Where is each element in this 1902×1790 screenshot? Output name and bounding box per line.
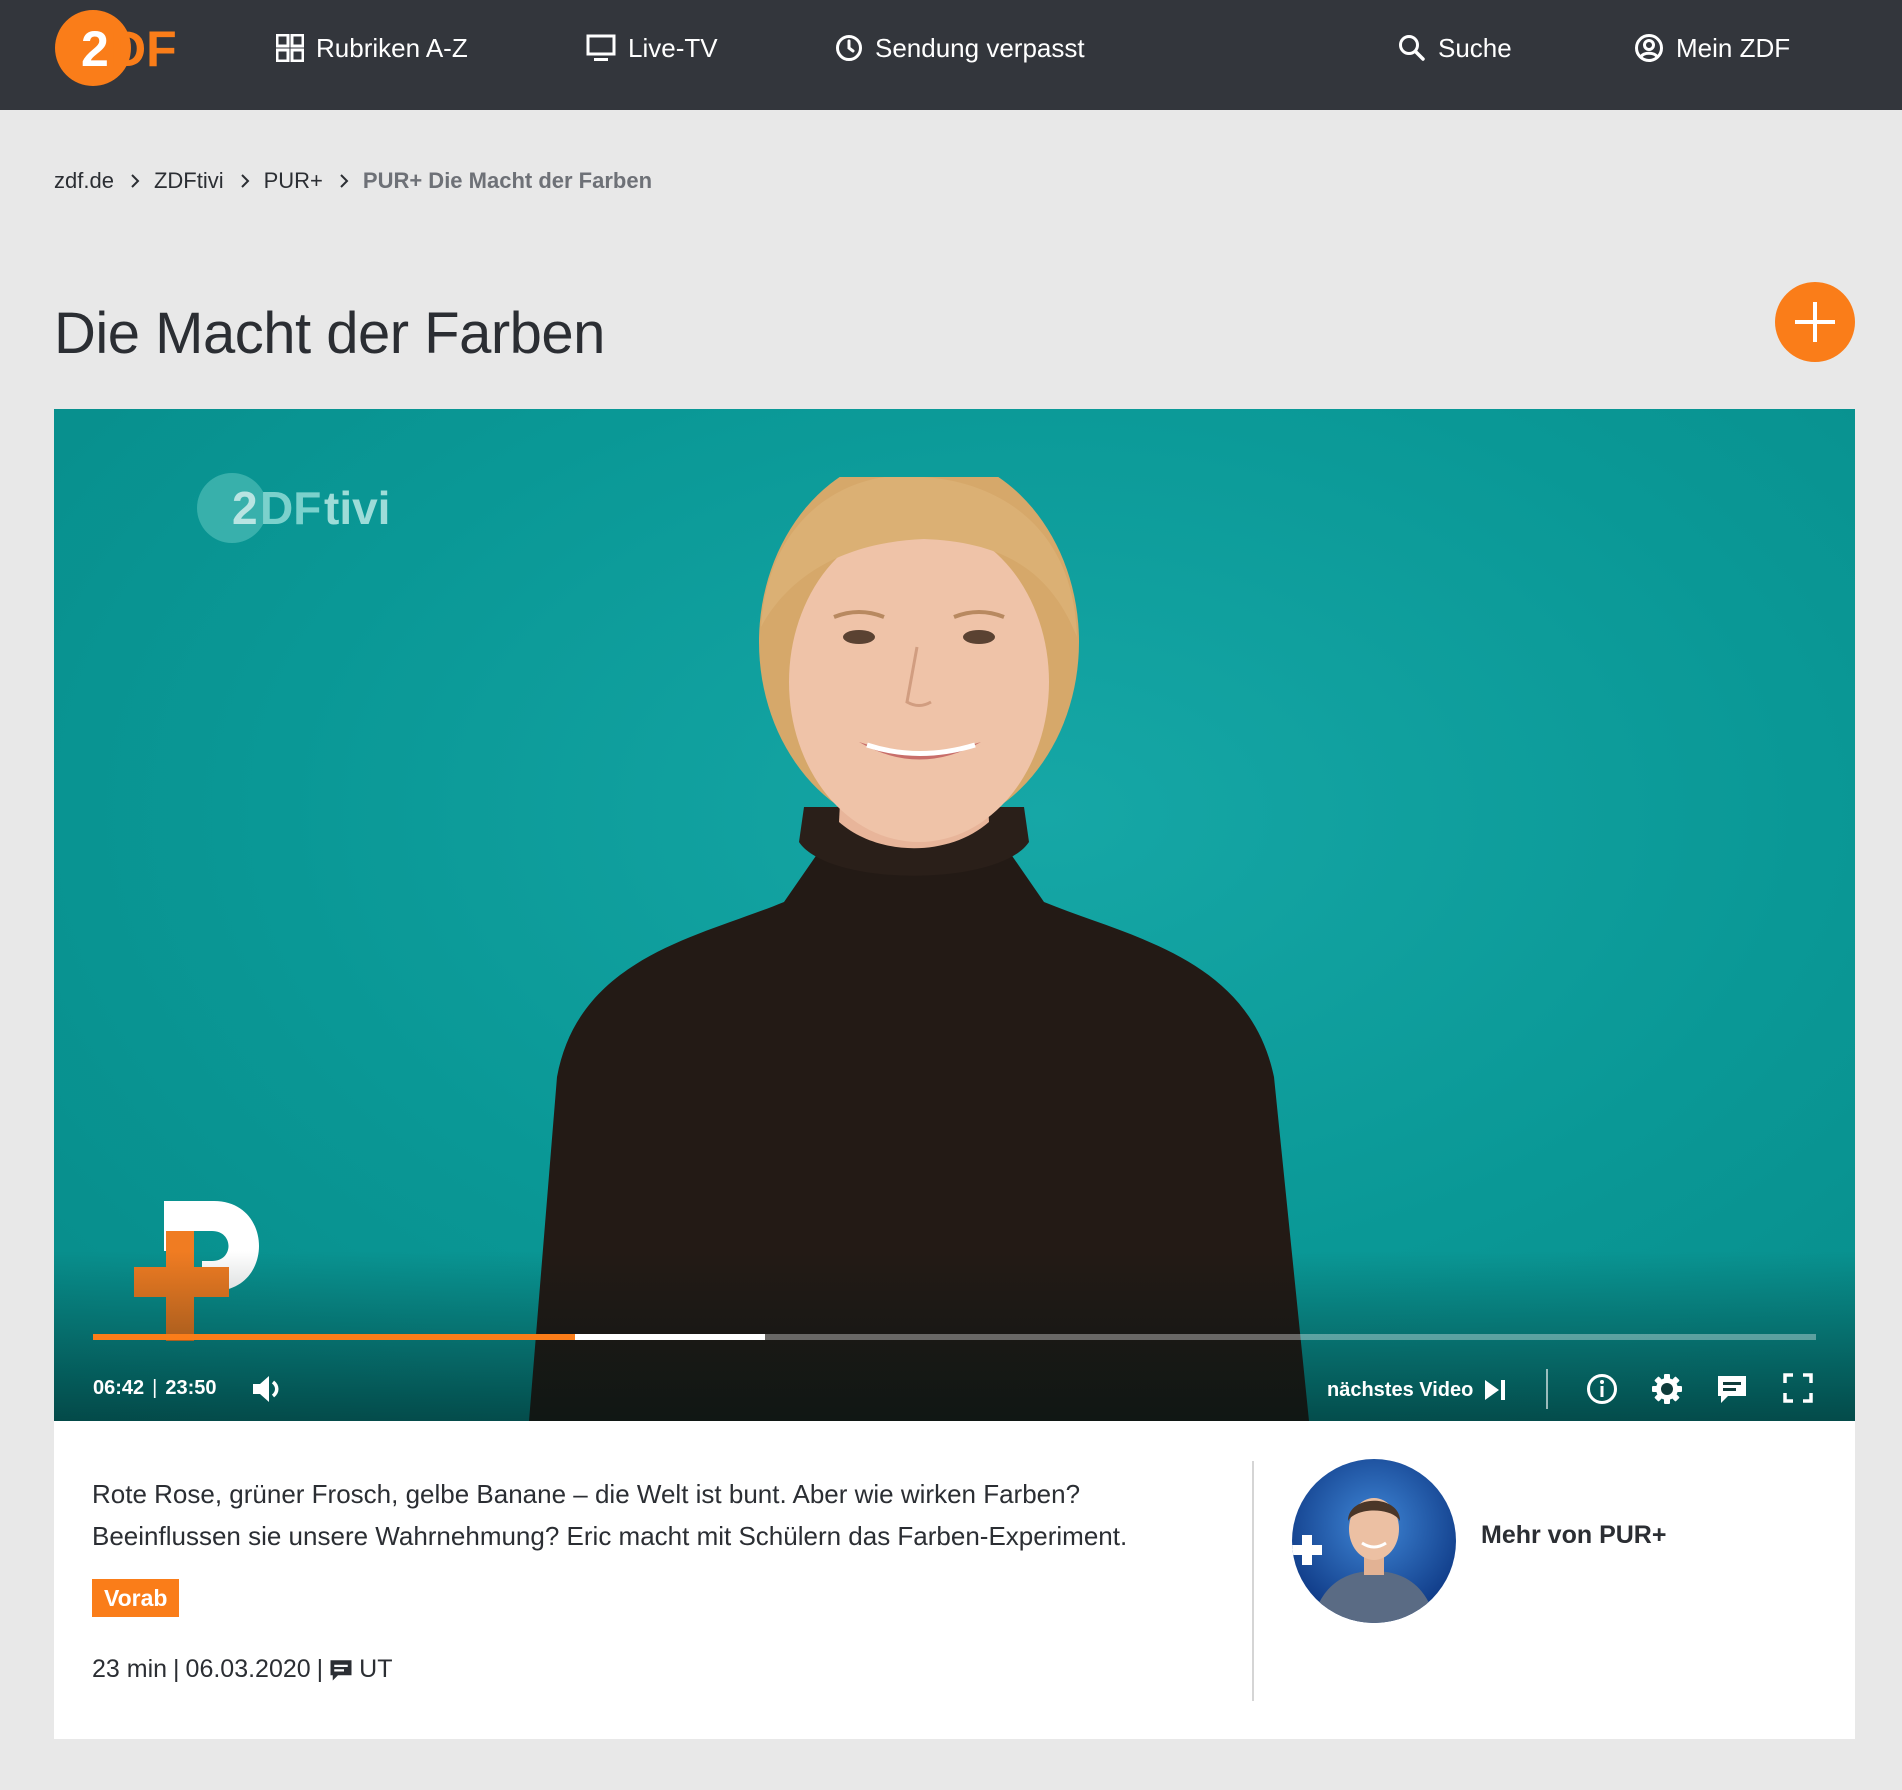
next-video-button[interactable]: nächstes Video	[1327, 1373, 1507, 1407]
meta-duration: 23 min	[92, 1655, 168, 1683]
nav-label: Sendung verpasst	[875, 32, 1085, 63]
page-title: Die Macht der Farben	[54, 301, 605, 366]
nav-mein-zdf[interactable]: Mein ZDF	[1634, 0, 1790, 96]
add-to-list-button[interactable]	[1775, 282, 1855, 362]
nav-search[interactable]: Suche	[1398, 0, 1512, 96]
clock-icon	[836, 35, 862, 61]
info-icon	[1587, 1374, 1617, 1404]
video-meta: 23 min | 06.03.2020 | UT	[92, 1655, 393, 1684]
tv-icon	[586, 34, 616, 61]
zdftivi-watermark-logo: 2 DF tivi	[197, 473, 390, 543]
subtitles-icon	[330, 1659, 352, 1680]
video-description: Rote Rose, grüner Frosch, gelbe Banane –…	[92, 1479, 1128, 1551]
info-button[interactable]	[1586, 1373, 1618, 1411]
zdf-logo[interactable]: 2 DF	[54, 9, 186, 87]
top-navigation: 2 DF Rubriken A-Z Live-TV Sendung verpas…	[0, 0, 1902, 110]
svg-text:DF: DF	[110, 21, 177, 77]
info-divider	[1252, 1461, 1254, 1701]
breadcrumb-item-zdftivi[interactable]: ZDFtivi	[154, 168, 224, 194]
breadcrumb: zdf.de ZDFtivi PUR+ PUR+ Die Macht der F…	[54, 166, 652, 196]
chevron-right-icon	[339, 173, 349, 189]
nav-label: Suche	[1438, 32, 1512, 63]
fullscreen-button[interactable]	[1783, 1373, 1813, 1409]
video-progress-bar[interactable]	[93, 1334, 1816, 1340]
time-separator: |	[152, 1377, 158, 1399]
user-icon	[1635, 34, 1663, 62]
meta-subtitles: UT	[359, 1655, 393, 1683]
nav-sendung-verpasst[interactable]: Sendung verpasst	[835, 0, 1085, 96]
breadcrumb-item-zdf[interactable]: zdf.de	[54, 168, 114, 194]
nav-live-tv[interactable]: Live-TV	[586, 0, 718, 96]
nav-label: Live-TV	[628, 32, 718, 63]
subtitles-button[interactable]	[1716, 1373, 1748, 1411]
video-player[interactable]: 2 DF tivi 06:42 | 23:50 nächstes Video	[54, 409, 1855, 1421]
nav-label: Mein ZDF	[1676, 32, 1791, 63]
svg-text:DF: DF	[260, 482, 321, 534]
volume-icon	[253, 1376, 279, 1402]
player-controls: 06:42 | 23:50 nächstes Video	[93, 1369, 1816, 1411]
settings-button[interactable]	[1651, 1373, 1683, 1411]
time-display: 06:42 | 23:50	[93, 1377, 217, 1400]
pur-plus-avatar[interactable]	[1292, 1459, 1456, 1623]
breadcrumb-item-pur[interactable]: PUR+	[264, 168, 323, 194]
svg-text:2: 2	[232, 482, 258, 534]
volume-button[interactable]	[251, 1373, 285, 1411]
fullscreen-icon	[1783, 1373, 1813, 1403]
search-icon	[1399, 35, 1425, 61]
chevron-right-icon	[240, 173, 250, 189]
total-duration: 23:50	[165, 1377, 217, 1399]
vorab-badge: Vorab	[92, 1579, 180, 1617]
skip-next-icon	[1485, 1380, 1506, 1400]
subtitles-icon	[1718, 1376, 1746, 1403]
nav-rubriken-az[interactable]: Rubriken A-Z	[276, 0, 468, 96]
gear-icon	[1652, 1374, 1682, 1404]
chevron-right-icon	[130, 173, 140, 189]
plus-icon	[1795, 302, 1835, 342]
breadcrumb-current: PUR+ Die Macht der Farben	[362, 168, 653, 193]
controls-divider	[1546, 1369, 1548, 1409]
svg-text:2: 2	[81, 21, 109, 77]
more-from-pur-link[interactable]: Mehr von PUR+	[1481, 1521, 1666, 1550]
video-info-panel: Rote Rose, grüner Frosch, gelbe Banane –…	[54, 1421, 1855, 1739]
grid-icon	[276, 34, 304, 62]
svg-text:tivi: tivi	[324, 482, 390, 534]
meta-separator: |	[173, 1655, 180, 1683]
next-video-label: nächstes Video	[1327, 1378, 1474, 1401]
meta-separator: |	[316, 1655, 324, 1683]
current-time: 06:42	[93, 1377, 145, 1399]
progress-played	[93, 1334, 576, 1340]
meta-date: 06.03.2020	[185, 1655, 311, 1683]
nav-label: Rubriken A-Z	[316, 32, 468, 63]
